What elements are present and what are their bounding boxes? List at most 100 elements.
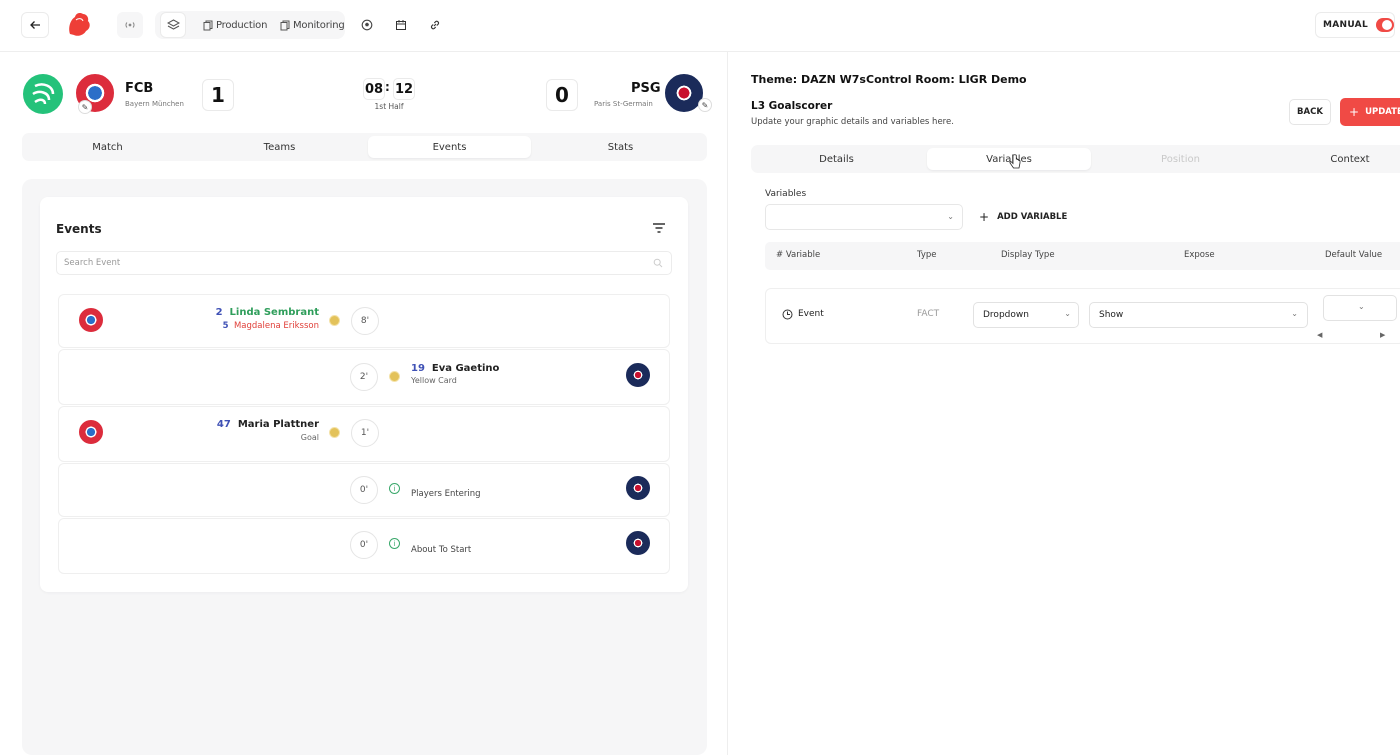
- production-label: Production: [216, 19, 268, 31]
- psg-badge-icon: [626, 363, 650, 387]
- tab-stats[interactable]: Stats: [538, 136, 703, 158]
- col-expose: Expose: [1184, 250, 1215, 260]
- layers-button[interactable]: [160, 12, 186, 38]
- chevron-down-icon: ⌄: [1064, 309, 1071, 318]
- away-team-name: Paris St-Germain: [594, 100, 653, 108]
- tab-match[interactable]: Match: [25, 136, 190, 158]
- event-minute: 8': [351, 307, 379, 335]
- col-display-type: Display Type: [1001, 250, 1055, 260]
- football-button[interactable]: [354, 12, 380, 38]
- events-container: Events Search Event 2 Linda Sembrant 5 M…: [22, 179, 707, 755]
- col-default-value: Default Value: [1325, 250, 1383, 260]
- player-name: Eva Gaetino: [431, 363, 500, 374]
- theme-label: Theme: DAZN W7s: [751, 73, 866, 86]
- broadcast-icon: [125, 22, 135, 28]
- edit-away-logo-icon[interactable]: ✎: [698, 98, 712, 112]
- search-icon: [653, 258, 663, 268]
- match-period: 1st Half: [374, 102, 404, 111]
- clock-seconds[interactable]: 12: [393, 78, 415, 100]
- chevron-down-icon: ⌄: [947, 212, 954, 221]
- tab-details[interactable]: Details: [754, 148, 919, 170]
- scroll-right-icon[interactable]: ▶: [1380, 331, 1385, 339]
- display-type-value: Dropdown: [983, 310, 1029, 320]
- manual-toggle[interactable]: MANUAL: [1315, 12, 1395, 38]
- calendar-icon: [396, 20, 406, 30]
- expose-select[interactable]: Show ⌄: [1089, 302, 1308, 328]
- events-card: Events Search Event 2 Linda Sembrant 5 M…: [40, 197, 688, 592]
- tab-context[interactable]: Context: [1270, 148, 1400, 170]
- match-tabs: Match Teams Events Stats: [22, 133, 707, 161]
- update-graphic-button[interactable]: + UPDATE G: [1340, 98, 1400, 126]
- chevron-down-icon: ⌄: [1291, 309, 1298, 318]
- player-number: 19: [411, 363, 425, 374]
- update-label: UPDATE G: [1365, 107, 1400, 117]
- goal-icon: [329, 427, 340, 438]
- search-event-input[interactable]: Search Event: [56, 251, 672, 275]
- arrow-left-icon: [30, 21, 40, 29]
- hand-cursor-icon: [1009, 154, 1021, 169]
- calendar-button[interactable]: [388, 12, 414, 38]
- lion-logo-icon: [69, 13, 90, 36]
- event-row[interactable]: 0' i About To Start: [58, 518, 670, 574]
- clock-icon: [782, 309, 793, 320]
- event-minute: 0': [350, 531, 378, 559]
- broadcast-button[interactable]: [117, 12, 143, 38]
- default-value-select[interactable]: ⌄: [1323, 295, 1397, 321]
- tab-teams[interactable]: Teams: [197, 136, 362, 158]
- editor-tabs: Details Variables Position Context: [751, 145, 1400, 173]
- event-minute: 1': [351, 419, 379, 447]
- display-type-select[interactable]: Dropdown ⌄: [973, 302, 1079, 328]
- info-icon: i: [389, 538, 400, 549]
- event-row[interactable]: 0' i Players Entering: [58, 463, 670, 517]
- event-row[interactable]: 2 Linda Sembrant 5 Magdalena Eriksson 8': [58, 294, 670, 348]
- event-minute: 0': [350, 476, 378, 504]
- production-tab[interactable]: Production: [203, 14, 267, 36]
- tab-events[interactable]: Events: [368, 136, 531, 158]
- tab-position[interactable]: Position: [1098, 148, 1263, 170]
- graphic-title: L3 Goalscorer: [751, 100, 833, 112]
- yellow-card-icon: [389, 371, 400, 382]
- variable-row: Event FACT Dropdown ⌄ Show ⌄ ⌄ ◀ ▶: [765, 288, 1400, 344]
- brand-logo-icon: [23, 74, 63, 114]
- filter-icon[interactable]: [652, 221, 666, 235]
- clock-minutes[interactable]: 08: [363, 78, 385, 100]
- monitoring-tab[interactable]: Monitoring: [280, 14, 345, 36]
- graphic-editor-panel: Theme: DAZN W7s Control Room: LIGR Demo …: [729, 52, 1400, 755]
- col-variable: # Variable: [776, 250, 821, 260]
- back-arrow-button[interactable]: [21, 12, 49, 38]
- event-row[interactable]: 47 Maria Plattner Goal 1': [58, 406, 670, 462]
- player-number: 2: [215, 307, 223, 318]
- edit-home-logo-icon[interactable]: ✎: [78, 100, 92, 114]
- event-text: About To Start: [411, 545, 472, 555]
- plus-icon: +: [1349, 105, 1360, 119]
- player-number: 47: [216, 419, 231, 430]
- event-minute: 2': [350, 363, 378, 391]
- expose-value: Show: [1099, 310, 1124, 320]
- football-icon: [361, 19, 373, 31]
- manual-switch[interactable]: [1376, 18, 1394, 32]
- home-score[interactable]: 1: [202, 79, 234, 111]
- events-title: Events: [56, 222, 102, 236]
- variable-select[interactable]: ⌄: [765, 204, 963, 230]
- back-button[interactable]: BACK: [1289, 99, 1331, 125]
- plus-icon: +: [979, 210, 990, 224]
- variable-name: Event: [798, 309, 824, 319]
- player-name: Linda Sembrant: [229, 307, 319, 318]
- variables-table-header: # Variable Type Display Type Expose Defa…: [765, 242, 1400, 270]
- add-variable-button[interactable]: + ADD VARIABLE: [979, 210, 1067, 224]
- app-root: Production Monitoring MANUAL ✎ FCB Bayer…: [0, 0, 1400, 755]
- scroll-left-icon[interactable]: ◀: [1317, 331, 1322, 339]
- psg-badge-icon: [626, 531, 650, 555]
- clock-separator: :: [385, 80, 390, 94]
- home-team-name: Bayern München: [125, 100, 184, 108]
- control-room-label: Control Room: LIGR Demo: [866, 73, 1027, 86]
- link-icon: [430, 20, 440, 30]
- link-button[interactable]: [422, 12, 448, 38]
- manual-label: MANUAL: [1323, 20, 1368, 30]
- info-icon: i: [389, 483, 400, 494]
- chevron-down-icon: ⌄: [1358, 302, 1365, 311]
- event-type: Goal: [300, 433, 319, 442]
- variable-type: FACT: [917, 309, 940, 319]
- away-score[interactable]: 0: [546, 79, 578, 111]
- event-row[interactable]: 2' 19 Eva Gaetino Yellow Card: [58, 349, 670, 405]
